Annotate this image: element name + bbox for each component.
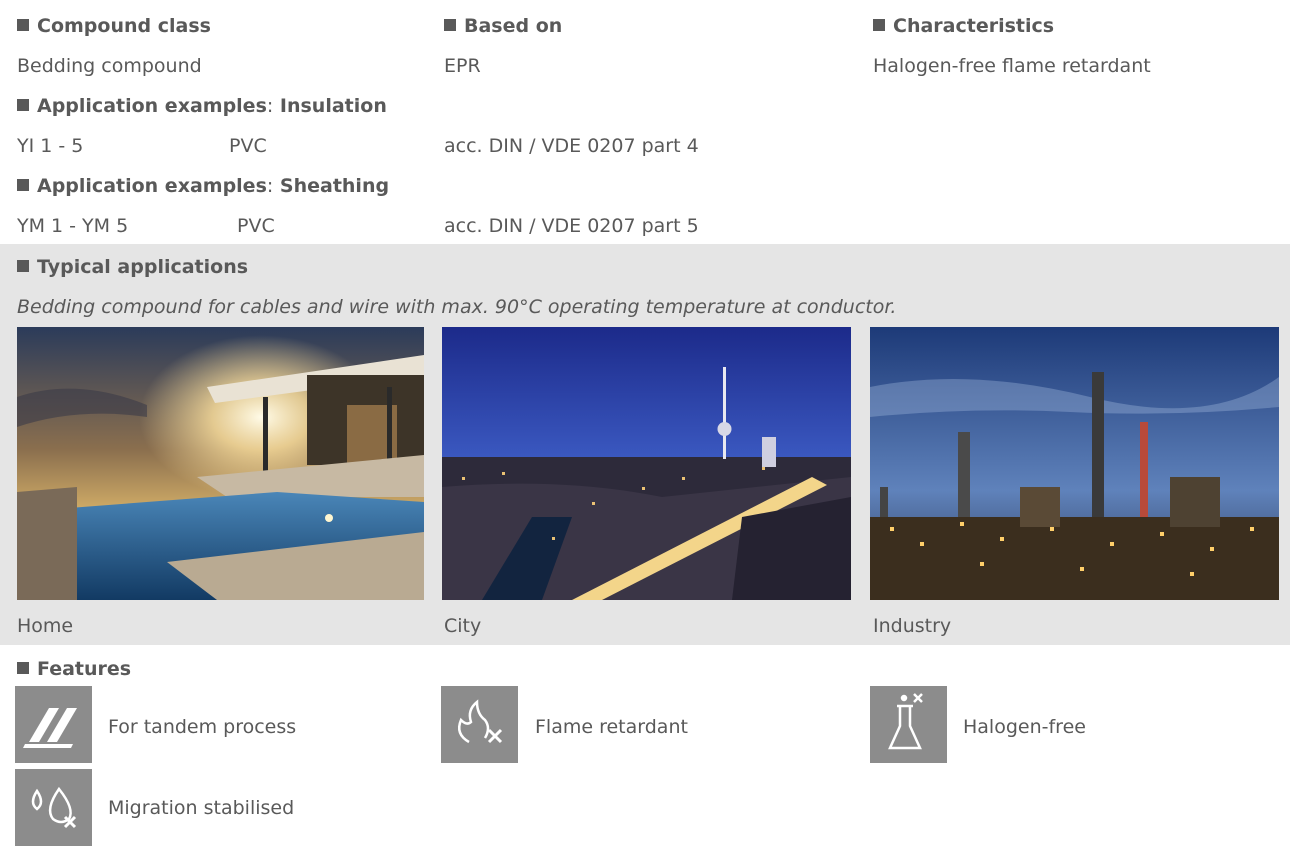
halogen-free-icon bbox=[870, 686, 947, 763]
industry-photo bbox=[870, 327, 1279, 600]
characteristics-value: Halogen-free flame retardant bbox=[873, 55, 1151, 77]
based-on-heading: Based on bbox=[444, 17, 562, 36]
sheathing-heading: Application examples: Sheathing bbox=[17, 177, 389, 196]
migration-stabilised-icon bbox=[15, 769, 92, 846]
bullet-icon bbox=[17, 179, 29, 191]
bullet-icon bbox=[17, 19, 29, 31]
based-on-value: EPR bbox=[444, 55, 481, 77]
insulation-heading-suffix: Insulation bbox=[279, 95, 387, 117]
insulation-material: PVC bbox=[229, 135, 267, 157]
insulation-type: YI 1 - 5 bbox=[17, 135, 84, 157]
home-caption: Home bbox=[17, 615, 74, 637]
compound-class-label: Compound class bbox=[37, 15, 211, 37]
characteristics-heading: Characteristics bbox=[873, 17, 1054, 36]
sheathing-heading-colon: : bbox=[266, 175, 274, 197]
city-photo bbox=[442, 327, 851, 600]
bullet-icon bbox=[444, 19, 456, 31]
feature-migration-stabilised: Migration stabilised bbox=[108, 797, 295, 819]
characteristics-label: Characteristics bbox=[893, 15, 1055, 37]
features-heading: Features bbox=[17, 660, 131, 679]
datasheet-page: Compound class Based on Characteristics … bbox=[0, 0, 1290, 846]
typical-applications-label: Typical applications bbox=[37, 256, 249, 278]
insulation-heading-colon: : bbox=[266, 95, 274, 117]
sheathing-standard: acc. DIN / VDE 0207 part 5 bbox=[444, 215, 699, 237]
typical-applications-heading: Typical applications bbox=[17, 258, 248, 277]
feature-flame-retardant: Flame retardant bbox=[535, 716, 688, 738]
compound-class-heading: Compound class bbox=[17, 17, 211, 36]
insulation-heading: Application examples: Insulation bbox=[17, 97, 387, 116]
sheathing-heading-suffix: Sheathing bbox=[279, 175, 390, 197]
flame-retardant-icon bbox=[441, 686, 518, 763]
typical-applications-description: Bedding compound for cables and wire wit… bbox=[17, 296, 897, 318]
sheathing-heading-prefix: Application examples bbox=[37, 175, 267, 197]
industry-caption: Industry bbox=[873, 615, 952, 637]
city-caption: City bbox=[444, 615, 482, 637]
bullet-icon bbox=[873, 19, 885, 31]
insulation-standard: acc. DIN / VDE 0207 part 4 bbox=[444, 135, 699, 157]
features-label: Features bbox=[37, 658, 132, 680]
bullet-icon bbox=[17, 260, 29, 272]
bullet-icon bbox=[17, 662, 29, 674]
feature-halogen-free: Halogen-free bbox=[963, 716, 1086, 738]
tandem-process-icon bbox=[15, 686, 92, 763]
feature-tandem-process: For tandem process bbox=[108, 716, 297, 738]
based-on-label: Based on bbox=[464, 15, 563, 37]
home-photo bbox=[17, 327, 424, 600]
bullet-icon bbox=[17, 99, 29, 111]
compound-class-value: Bedding compound bbox=[17, 55, 202, 77]
insulation-heading-prefix: Application examples bbox=[37, 95, 267, 117]
sheathing-type: YM 1 - YM 5 bbox=[17, 215, 129, 237]
sheathing-material: PVC bbox=[237, 215, 275, 237]
